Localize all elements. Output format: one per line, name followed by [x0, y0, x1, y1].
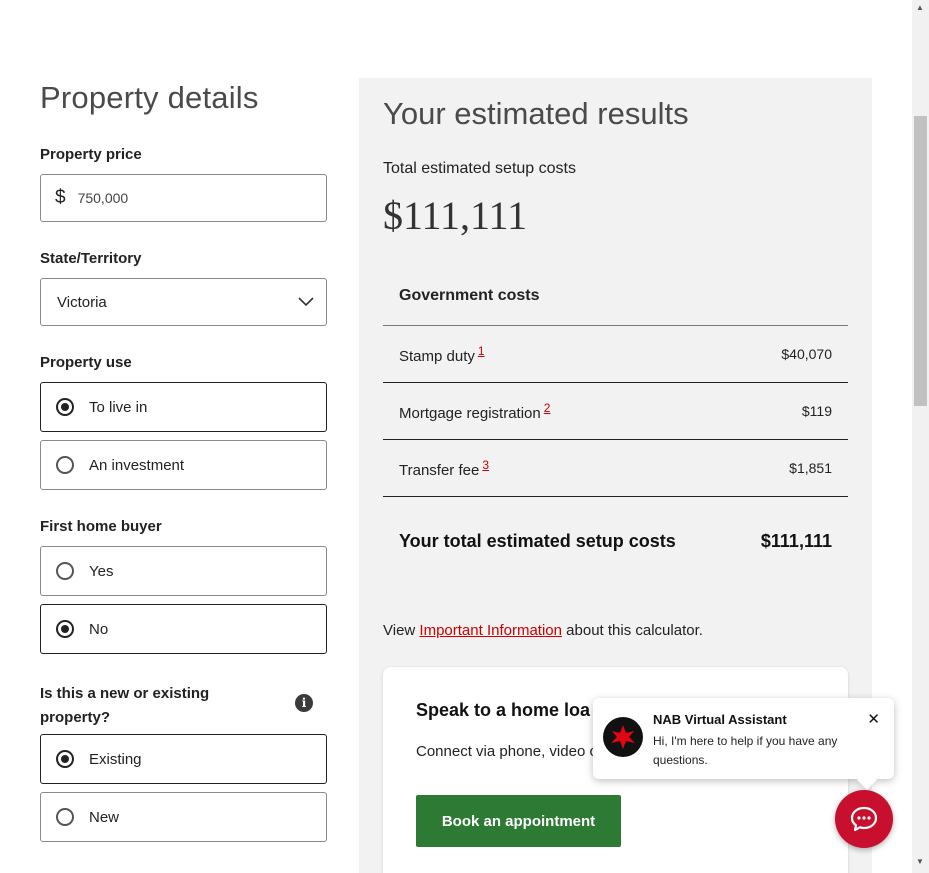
property-price-value: 750,000 — [77, 190, 129, 206]
radio-unselected-icon — [56, 456, 74, 474]
row-label-text: Mortgage registration — [399, 404, 541, 422]
state-select[interactable]: Victoria — [40, 278, 327, 326]
chevron-down-icon — [298, 297, 314, 307]
info-icon[interactable]: i — [295, 694, 313, 712]
property-details-form: Property details Property price $ 750,00… — [40, 78, 327, 842]
state-label: State/Territory — [40, 250, 142, 267]
radio-unselected-icon — [56, 808, 74, 826]
property-price-label: Property price — [40, 146, 142, 163]
virtual-assistant-popup[interactable]: NAB Virtual Assistant Hi, I'm here to he… — [593, 698, 894, 779]
book-appointment-button[interactable]: Book an appointment — [416, 795, 621, 847]
footnote-link[interactable]: 3 — [482, 458, 489, 472]
total-estimated-value: $111,111 — [383, 193, 528, 238]
total-row: Your total estimated setup costs $111,11… — [383, 497, 848, 585]
nab-star-shape — [611, 725, 635, 749]
important-information-link[interactable]: Important Information — [419, 622, 562, 639]
info-prefix: View — [383, 622, 420, 639]
assistant-title: NAB Virtual Assistant — [653, 712, 787, 727]
footnote-link[interactable]: 1 — [478, 344, 485, 358]
property-use-option-investment[interactable]: An investment — [40, 440, 327, 490]
radio-label: New — [89, 808, 120, 826]
costs-table: Government costs Stamp duty 1 $40,070 Mor… — [383, 266, 848, 585]
total-row-amount: $111,111 — [760, 530, 832, 551]
property-price-input[interactable]: $ 750,000 — [40, 174, 327, 222]
chat-launcher-button[interactable] — [835, 790, 893, 848]
radio-selected-icon — [56, 620, 74, 638]
first-home-buyer-option-yes[interactable]: Yes — [40, 546, 327, 596]
currency-symbol: $ — [55, 187, 66, 208]
property-type-option-existing[interactable]: Existing — [40, 734, 327, 784]
radio-selected-icon — [56, 750, 74, 768]
first-home-buyer-option-no[interactable]: No — [40, 604, 327, 654]
row-label-text: Transfer fee — [399, 461, 480, 479]
assistant-message: Hi, I'm here to help if you have any que… — [653, 734, 838, 767]
table-row: Mortgage registration 2 $119 — [383, 383, 848, 440]
row-label-text: Stamp duty — [399, 347, 475, 365]
row-label: Transfer fee 3 — [399, 458, 489, 479]
radio-selected-icon — [56, 398, 74, 416]
row-label: Mortgage registration 2 — [399, 401, 550, 422]
scroll-down-arrow-icon[interactable]: ▼ — [916, 857, 924, 866]
footnote-link[interactable]: 2 — [544, 401, 551, 415]
scroll-thumb[interactable] — [914, 116, 927, 406]
row-amount: $1,851 — [789, 460, 832, 476]
property-use-label: Property use — [40, 354, 132, 371]
page-title: Property details — [40, 80, 259, 115]
info-suffix: about this calculator. — [562, 622, 703, 639]
row-amount: $119 — [801, 403, 832, 419]
radio-label: No — [89, 620, 109, 638]
government-costs-heading: Government costs — [383, 266, 848, 326]
important-info-line: View Important Information about this ca… — [383, 622, 703, 639]
scroll-up-arrow-icon[interactable]: ▲ — [916, 3, 924, 12]
new-or-existing-label: Is this a new or existing property? — [40, 685, 210, 726]
total-row-label: Your total estimated setup costs — [399, 530, 676, 551]
table-row: Stamp duty 1 $40,070 — [383, 326, 848, 383]
radio-label: To live in — [89, 398, 148, 416]
radio-label: Existing — [89, 750, 142, 768]
speak-card-text: Connect via phone, video c — [416, 743, 597, 760]
close-icon[interactable]: ✕ — [867, 710, 880, 728]
nab-star-icon — [603, 717, 643, 757]
radio-unselected-icon — [56, 562, 74, 580]
row-label: Stamp duty 1 — [399, 344, 485, 365]
state-select-value: Victoria — [57, 293, 107, 311]
radio-label: An investment — [89, 456, 185, 474]
total-estimated-label: Total estimated setup costs — [383, 160, 576, 177]
speak-card-title: Speak to a home loa — [416, 700, 591, 720]
property-type-option-new[interactable]: New — [40, 792, 327, 842]
first-home-buyer-label: First home buyer — [40, 518, 162, 535]
row-amount: $40,070 — [781, 346, 832, 362]
chat-bubble-icon — [850, 806, 878, 832]
radio-label: Yes — [89, 562, 114, 580]
table-row: Transfer fee 3 $1,851 — [383, 440, 848, 497]
property-use-option-live-in[interactable]: To live in — [40, 382, 327, 432]
page-scrollbar[interactable]: ▲ ▼ — [912, 0, 929, 873]
results-title: Your estimated results — [383, 96, 689, 131]
